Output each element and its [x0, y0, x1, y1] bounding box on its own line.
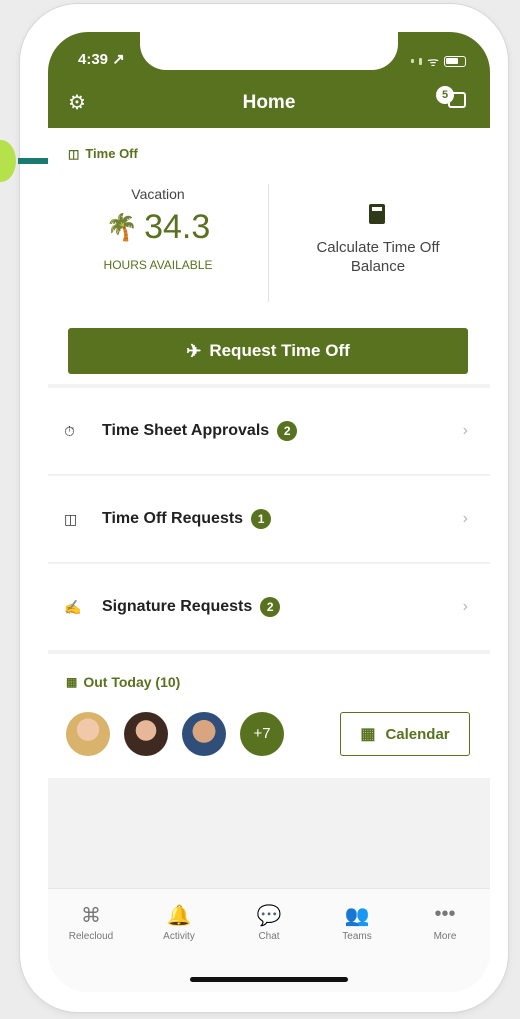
- status-time: 4:39 ↗: [78, 51, 125, 68]
- nav-label: Activity: [163, 931, 195, 942]
- request-time-off-button[interactable]: ✈ Request Time Off: [68, 328, 468, 374]
- list-item-label: Time Sheet Approvals: [102, 422, 270, 439]
- signature-icon: ✍: [64, 598, 82, 615]
- nav-label: Relecloud: [68, 931, 114, 942]
- timesheet-icon: ⏱: [64, 422, 75, 439]
- home-indicator[interactable]: [190, 977, 348, 982]
- vertical-divider: [268, 184, 269, 302]
- nav-more[interactable]: ••• More: [410, 903, 480, 942]
- send-icon: ✈: [186, 340, 202, 361]
- out-today-card: ▦ Out Today (10) +7 ▦ Calendar: [48, 654, 490, 778]
- annotation-marker: [0, 140, 16, 182]
- count-badge: 2: [277, 421, 298, 441]
- signal-icon: [419, 57, 423, 65]
- calendar-button[interactable]: ▦ Calendar: [340, 712, 470, 756]
- count-badge: 1: [251, 509, 272, 529]
- device-notch: [140, 32, 398, 70]
- nav-activity[interactable]: 🔔 Activity: [144, 903, 214, 942]
- list-item-time-sheet-approvals[interactable]: ⏱ Time Sheet Approvals 2 ›: [48, 388, 490, 474]
- more-people-button[interactable]: +7: [240, 712, 284, 756]
- app-icon: ⌘: [81, 905, 101, 927]
- out-today-title: Out Today (10): [83, 674, 181, 690]
- hours-caption: HOURS AVAILABLE: [103, 258, 213, 272]
- avatar[interactable]: [124, 712, 168, 756]
- signal-icon: [411, 59, 415, 63]
- status-icons: ᯤ: [411, 52, 466, 70]
- nav-label: Chat: [258, 931, 280, 942]
- time-off-section-label: ◫ Time Off: [68, 146, 138, 161]
- nav-relecloud[interactable]: ⌘ Relecloud: [56, 903, 126, 942]
- list-item-label: Time Off Requests: [102, 510, 244, 527]
- chevron-right-icon: ›: [462, 422, 468, 439]
- nav-label: More: [433, 931, 457, 942]
- battery-icon: [444, 55, 466, 67]
- time-off-title: Time Off: [85, 146, 138, 161]
- list-item-label: Signature Requests: [102, 598, 253, 615]
- chevron-right-icon: ›: [462, 510, 468, 527]
- calculate-balance-link[interactable]: Calculate Time Off Balance: [298, 238, 458, 276]
- list-item-time-off-requests[interactable]: ◫ Time Off Requests 1 ›: [48, 476, 490, 562]
- timeoff-icon: ◫: [64, 510, 78, 527]
- timeoff-icon: ◫: [68, 146, 80, 161]
- list-item-signature-requests[interactable]: ✍ Signature Requests 2 ›: [48, 564, 490, 650]
- time-off-card: ◫ Time Off Vacation 🌴 34.3 HOURS AVAILAB…: [48, 128, 490, 384]
- calendar-icon: ▦: [66, 675, 78, 689]
- nav-chat[interactable]: 💬 Chat: [234, 903, 304, 942]
- hours-value: 34.3: [144, 208, 211, 246]
- teams-icon: 👥: [344, 905, 370, 927]
- nav-teams[interactable]: 👥 Teams: [322, 903, 392, 942]
- chevron-right-icon: ›: [462, 598, 468, 615]
- hours-row: 🌴 34.3: [88, 208, 228, 247]
- chat-contacts-icon[interactable]: 5: [434, 86, 468, 114]
- wifi-icon: ᯤ: [427, 54, 439, 69]
- nav-label: Teams: [342, 931, 372, 942]
- app-header: 4:39 ↗ ᯤ ⚙ Home 5: [48, 32, 490, 128]
- calculator-icon[interactable]: [369, 204, 385, 224]
- calendar-button-label: Calendar: [385, 725, 450, 743]
- request-time-off-label: Request Time Off: [209, 341, 350, 360]
- bottom-nav: ⌘ Relecloud 🔔 Activity 💬 Chat 👥 Teams ••…: [48, 888, 490, 992]
- vacation-label: Vacation: [131, 186, 185, 202]
- chat-icon: 💬: [256, 905, 282, 927]
- avatar[interactable]: [66, 712, 110, 756]
- bell-icon: 🔔: [166, 905, 192, 927]
- phone-screen: 4:39 ↗ ᯤ ⚙ Home 5 ◫ Time Off Vacation 🌴 …: [48, 32, 490, 992]
- count-badge: 2: [260, 597, 281, 617]
- page-title: Home: [242, 92, 296, 113]
- palm-tree-icon: 🌴: [105, 212, 139, 242]
- calendar-icon: ▦: [360, 726, 376, 743]
- out-today-label: ▦ Out Today (10): [66, 674, 180, 690]
- more-icon: •••: [434, 903, 456, 925]
- annotation-arrow: [18, 158, 52, 164]
- contacts-badge: 5: [436, 86, 454, 104]
- avatar[interactable]: [182, 712, 226, 756]
